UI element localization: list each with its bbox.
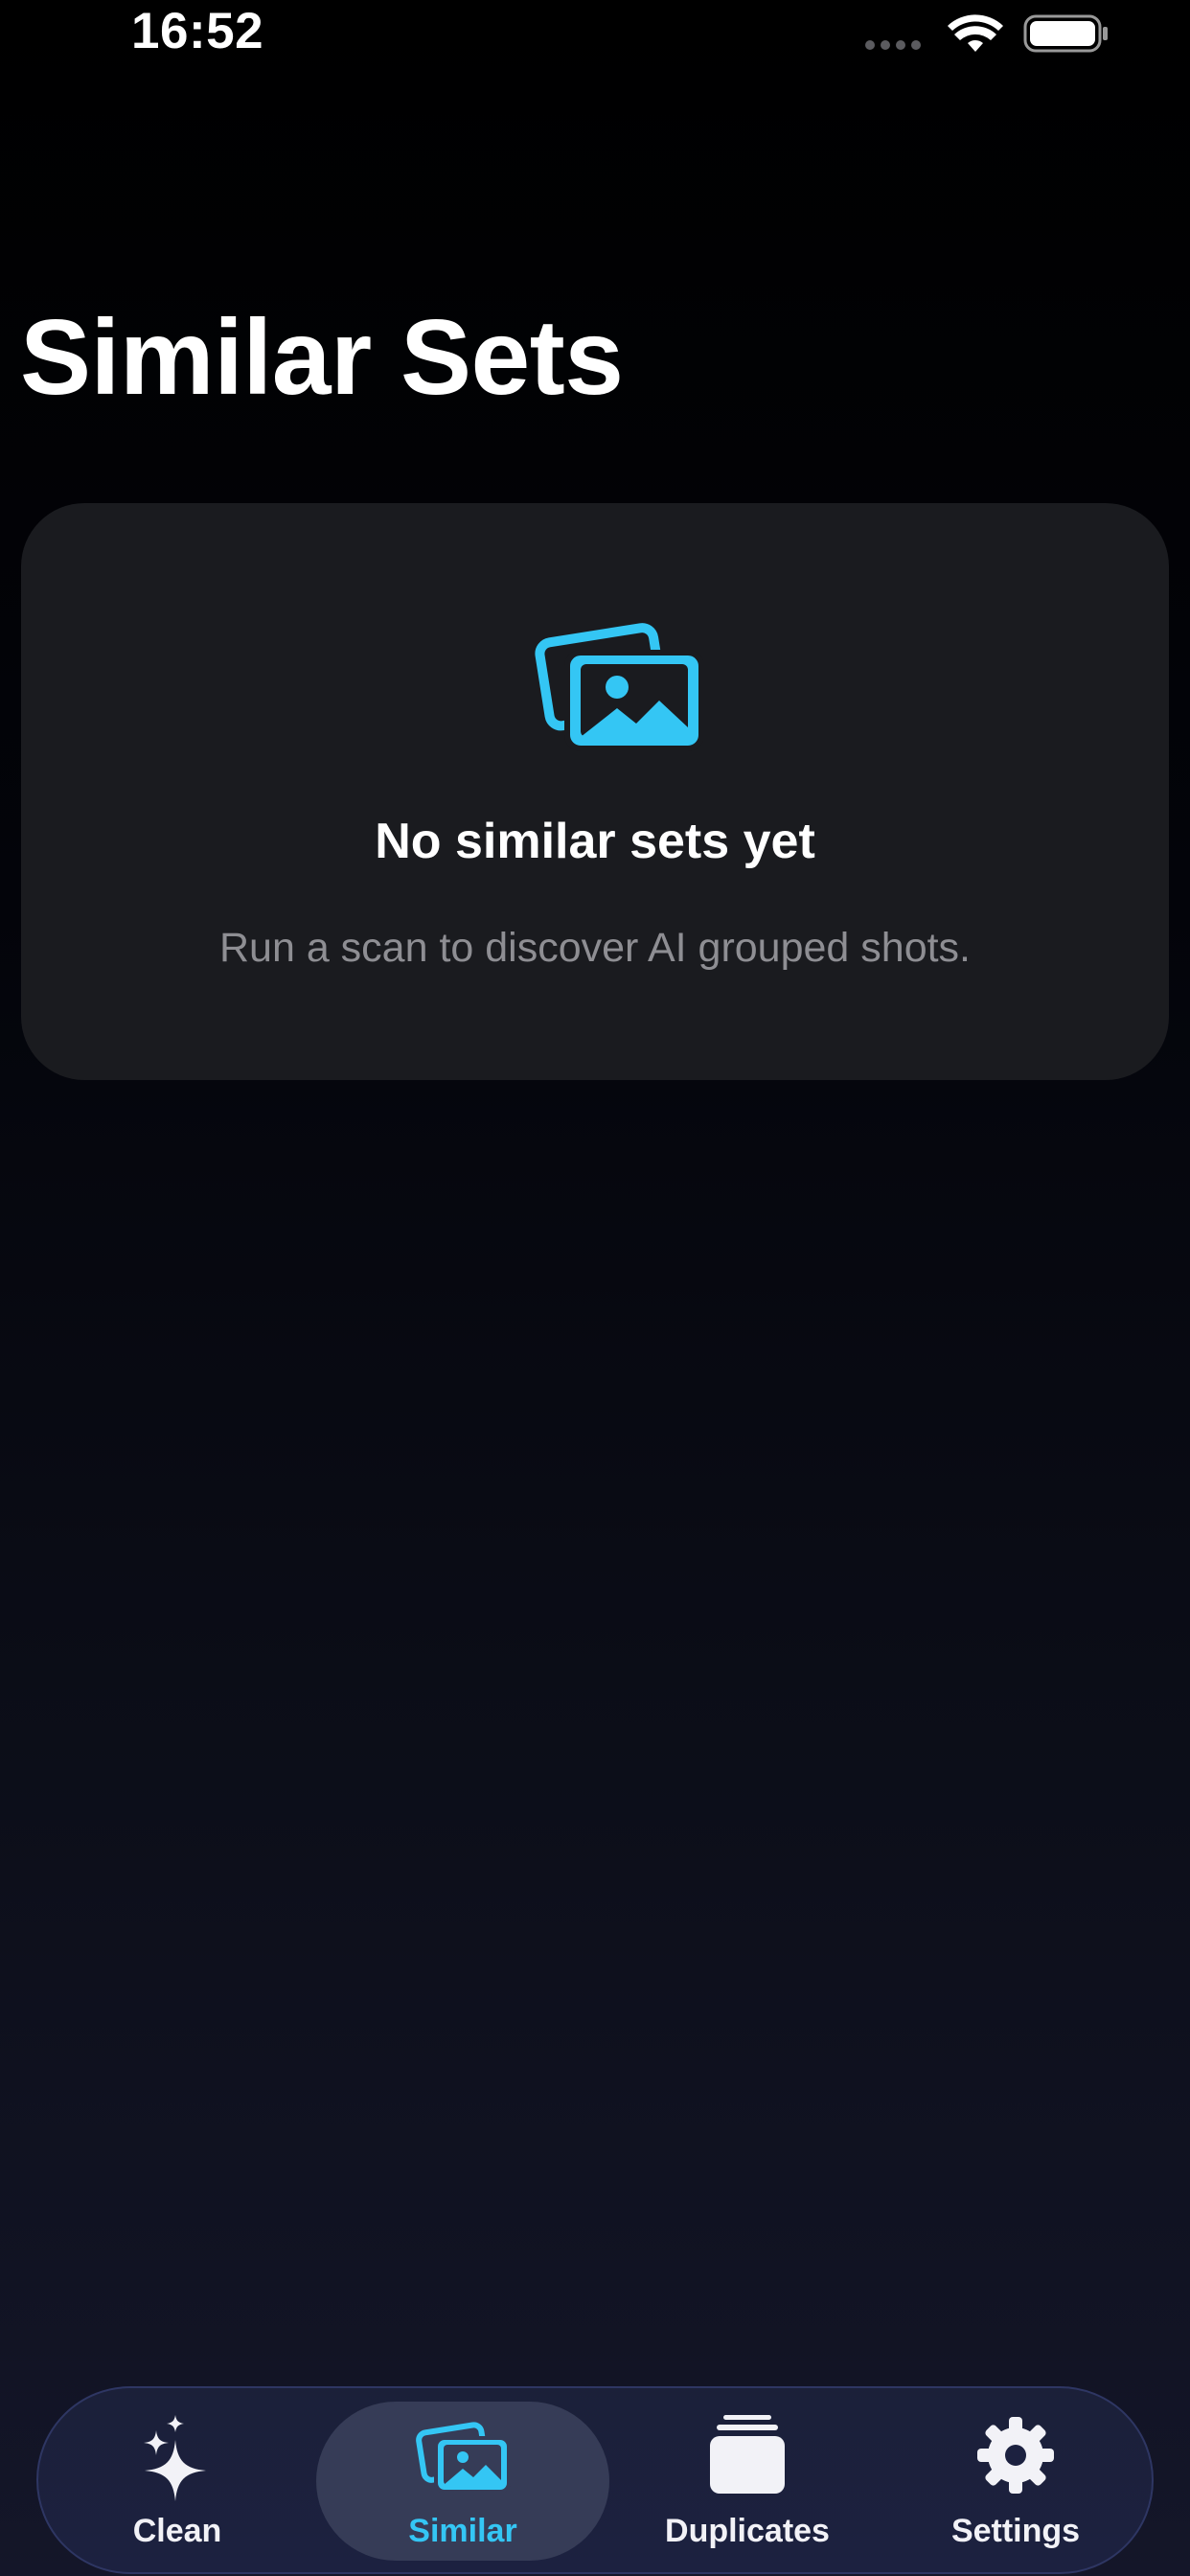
tab-label: Clean: [132, 2513, 222, 2549]
tab-label: Similar: [408, 2513, 517, 2549]
cellular-signal-icon: [865, 40, 921, 50]
wifi-icon: [948, 14, 1003, 52]
page-title: Similar Sets: [20, 298, 624, 417]
empty-state-title: No similar sets yet: [375, 814, 815, 869]
gear-icon: [977, 2417, 1054, 2494]
battery-icon: [1023, 14, 1108, 53]
empty-state-card: No similar sets yet Run a scan to discov…: [21, 503, 1169, 1080]
status-time: 16:52: [131, 3, 264, 59]
tab-label: Settings: [950, 2513, 1081, 2549]
tab-duplicates[interactable]: Duplicates: [632, 2388, 862, 2572]
stack-icon: [710, 2415, 785, 2494]
photo-stack-icon: [416, 2422, 511, 2494]
photo-stack-icon: [535, 623, 703, 751]
status-bar: 16:52: [0, 0, 1190, 67]
empty-state-subtitle: Run a scan to discover AI grouped shots.: [218, 925, 971, 971]
tab-clean[interactable]: Clean: [96, 2388, 259, 2572]
tab-bar: Clean Similar Duplicates Settings: [36, 2386, 1154, 2574]
tab-similar[interactable]: Similar: [316, 2402, 609, 2561]
tab-settings[interactable]: Settings: [901, 2388, 1131, 2572]
tab-label: Duplicates: [665, 2513, 830, 2549]
sparkles-icon: [144, 2415, 206, 2501]
